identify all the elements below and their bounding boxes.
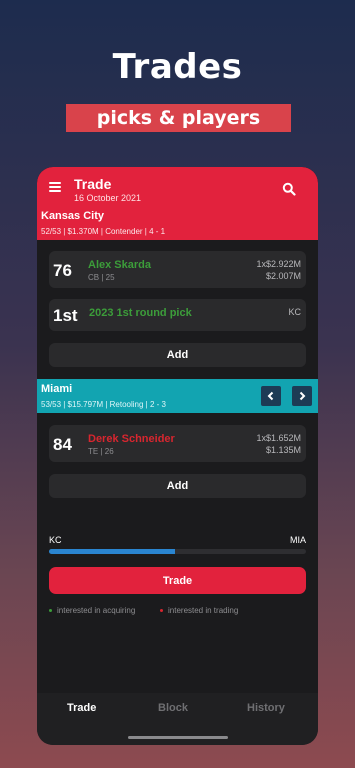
- menu-icon[interactable]: [49, 182, 61, 192]
- team-banner-miami: Miami 53/53 | $15.797M | Retooling | 2 -…: [37, 379, 318, 413]
- promo-title: Trades: [112, 47, 243, 87]
- pick-round: 1st: [53, 306, 78, 325]
- legend-label: interested in trading: [168, 606, 239, 615]
- team-name: Miami: [41, 383, 73, 395]
- player-meta: CB | 25: [88, 273, 115, 282]
- team-info: 52/53 | $1.370M | Contender | 4 - 1: [41, 227, 166, 236]
- team-name: Kansas City: [41, 210, 104, 222]
- green-dot-icon: [49, 609, 52, 612]
- app-bar: Trade 16 October 2021: [37, 167, 318, 206]
- trade-balance-fill: [49, 549, 175, 554]
- balance-left-label: KC: [49, 535, 62, 545]
- trade-asset-card[interactable]: 76 Alex Skarda CB | 25 1x$2.922M $2.007M: [49, 251, 306, 288]
- jersey-number: 84: [53, 435, 72, 454]
- chevron-right-icon: [299, 391, 306, 401]
- bottom-navigation: Trade Block History: [37, 693, 318, 745]
- contract-amount: 1x$2.922M: [256, 259, 301, 269]
- contract-amount: 1x$1.652M: [256, 433, 301, 443]
- page-title: Trade: [74, 176, 112, 192]
- legend-label: interested in acquiring: [57, 606, 136, 615]
- add-asset-button[interactable]: Add: [49, 474, 306, 498]
- cap-hit: $2.007M: [265, 271, 301, 281]
- jersey-number: 76: [53, 261, 72, 280]
- trade-balance-bar: [49, 549, 306, 554]
- trade-button[interactable]: Trade: [49, 567, 306, 594]
- promo-subtitle: picks & players: [66, 104, 291, 132]
- pick-name: 2023 1st round pick: [89, 307, 192, 319]
- pick-owner: KC: [288, 307, 301, 317]
- tab-trade[interactable]: Trade: [67, 702, 96, 714]
- page-date: 16 October 2021: [74, 193, 142, 203]
- cap-hit: $1.135M: [265, 445, 301, 455]
- legend-trading: interested in trading: [160, 606, 238, 615]
- chevron-left-icon: [267, 391, 274, 401]
- tab-history[interactable]: History: [247, 702, 285, 714]
- player-name: Derek Schneider: [88, 433, 175, 445]
- home-indicator[interactable]: [128, 736, 228, 739]
- balance-right-label: MIA: [289, 535, 306, 545]
- next-team-button[interactable]: [292, 386, 312, 406]
- search-icon[interactable]: [282, 182, 296, 196]
- team-banner-kansas-city: Kansas City 52/53 | $1.370M | Contender …: [37, 206, 318, 240]
- red-dot-icon: [160, 609, 163, 612]
- previous-team-button[interactable]: [261, 386, 281, 406]
- player-name: Alex Skarda: [88, 259, 151, 271]
- phone-screen: Trade 16 October 2021 Kansas City 52/53 …: [37, 167, 318, 745]
- legend-acquiring: interested in acquiring: [49, 606, 135, 615]
- trade-asset-card[interactable]: 84 Derek Schneider TE | 26 1x$1.652M $1.…: [49, 425, 306, 462]
- player-meta: TE | 26: [88, 447, 114, 456]
- add-asset-button[interactable]: Add: [49, 343, 306, 367]
- team-info: 53/53 | $15.797M | Retooling | 2 - 3: [41, 400, 166, 409]
- trade-asset-card[interactable]: 1st 2023 1st round pick KC: [49, 299, 306, 331]
- tab-block[interactable]: Block: [158, 702, 188, 714]
